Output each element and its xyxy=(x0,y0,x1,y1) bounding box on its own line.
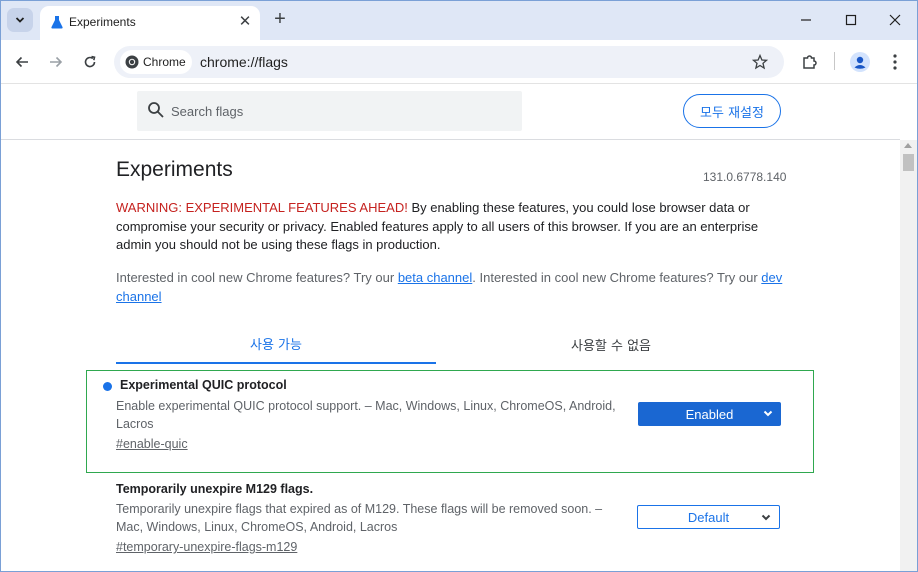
flag-item-temporary-unexpire-m129: Temporarily unexpire M129 flags. Tempora… xyxy=(86,476,814,572)
beta-channel-link[interactable]: beta channel xyxy=(398,270,472,285)
reset-all-button[interactable]: 모두 재설정 xyxy=(683,94,781,128)
back-button[interactable] xyxy=(10,50,34,74)
warning-text: WARNING: EXPERIMENTAL FEATURES AHEAD! By… xyxy=(116,199,786,255)
url-text[interactable]: chrome://flags xyxy=(200,54,288,70)
browser-tab-experiments[interactable]: Experiments ✕ xyxy=(40,6,260,40)
extensions-button[interactable] xyxy=(799,51,821,73)
toolbar-divider xyxy=(834,52,835,70)
flag-state-value: Enabled xyxy=(685,406,734,422)
scroll-thumb[interactable] xyxy=(903,154,914,171)
forward-arrow-icon xyxy=(50,56,63,68)
page-title: Experiments xyxy=(116,158,233,181)
profile-button[interactable] xyxy=(849,51,871,73)
maximize-button[interactable] xyxy=(837,8,865,32)
tab-unavailable[interactable]: 사용할 수 없음 xyxy=(451,324,771,364)
flags-page: 모두 재설정 Experiments 131.0.6778.140 WARNIN… xyxy=(0,84,918,572)
flags-tabs: 사용 가능 사용할 수 없음 xyxy=(116,324,786,364)
close-icon xyxy=(889,14,901,26)
search-icon xyxy=(148,102,164,118)
scroll-up-arrow[interactable] xyxy=(904,143,912,148)
avatar-icon xyxy=(850,52,870,72)
puzzle-icon xyxy=(803,55,817,69)
chip-label: Chrome xyxy=(143,55,186,69)
chevron-down-icon xyxy=(761,514,771,521)
page-scrollbar[interactable] xyxy=(900,140,917,572)
bookmark-star-button[interactable] xyxy=(750,52,770,72)
flag-name: Temporarily unexpire M129 flags. xyxy=(116,482,314,496)
flask-icon xyxy=(51,16,63,29)
menu-button[interactable] xyxy=(884,51,906,73)
flag-state-value: Default xyxy=(687,509,730,525)
site-info-chip[interactable]: Chrome xyxy=(120,50,192,74)
version-label: 131.0.6778.140 xyxy=(703,170,787,184)
interest-text-1: Interested in cool new Chrome features? … xyxy=(116,270,398,285)
close-tab-icon[interactable]: ✕ xyxy=(237,14,253,30)
forward-button[interactable] xyxy=(44,50,68,74)
warning-heading: WARNING: EXPERIMENTAL FEATURES AHEAD! xyxy=(116,200,408,215)
chrome-logo-icon xyxy=(125,55,139,69)
flag-item-enable-quic: Experimental QUIC protocol Enable experi… xyxy=(86,370,814,473)
interest-text-2: . Interested in cool new Chrome features… xyxy=(472,270,762,285)
browser-toolbar: Chrome chrome://flags xyxy=(0,40,918,84)
flag-permalink[interactable]: #enable-quic xyxy=(116,437,188,451)
maximize-icon xyxy=(845,14,857,26)
flag-description: Enable experimental QUIC protocol suppor… xyxy=(116,399,616,431)
star-icon xyxy=(752,54,768,70)
minimize-icon xyxy=(801,19,811,21)
flag-permalink[interactable]: #temporary-unexpire-flags-m129 xyxy=(116,540,297,554)
tab-search-button[interactable] xyxy=(7,8,33,32)
tab-available[interactable]: 사용 가능 xyxy=(116,324,436,364)
reload-icon xyxy=(84,55,96,68)
address-bar[interactable]: Chrome chrome://flags xyxy=(114,46,784,78)
flag-state-select[interactable]: Enabled xyxy=(638,402,781,426)
flag-name: Experimental QUIC protocol xyxy=(120,378,287,392)
flag-state-select[interactable]: Default xyxy=(637,505,780,529)
reload-button[interactable] xyxy=(78,50,102,74)
search-input[interactable] xyxy=(171,100,501,122)
close-window-button[interactable] xyxy=(881,8,909,32)
new-tab-button[interactable]: + xyxy=(270,9,290,29)
minimize-button[interactable] xyxy=(792,8,820,32)
search-box[interactable] xyxy=(137,91,522,131)
flags-header: 모두 재설정 xyxy=(0,84,900,140)
channel-info: Interested in cool new Chrome features? … xyxy=(116,269,786,306)
tab-title: Experiments xyxy=(69,15,136,29)
modified-indicator-dot xyxy=(103,382,112,391)
tab-strip: Experiments ✕ + xyxy=(0,0,918,40)
back-arrow-icon xyxy=(15,56,28,68)
chevron-down-icon xyxy=(763,410,773,417)
more-vert-icon xyxy=(893,54,897,70)
chevron-down-icon xyxy=(15,17,25,23)
flag-description: Temporarily unexpire flags that expired … xyxy=(116,502,603,534)
